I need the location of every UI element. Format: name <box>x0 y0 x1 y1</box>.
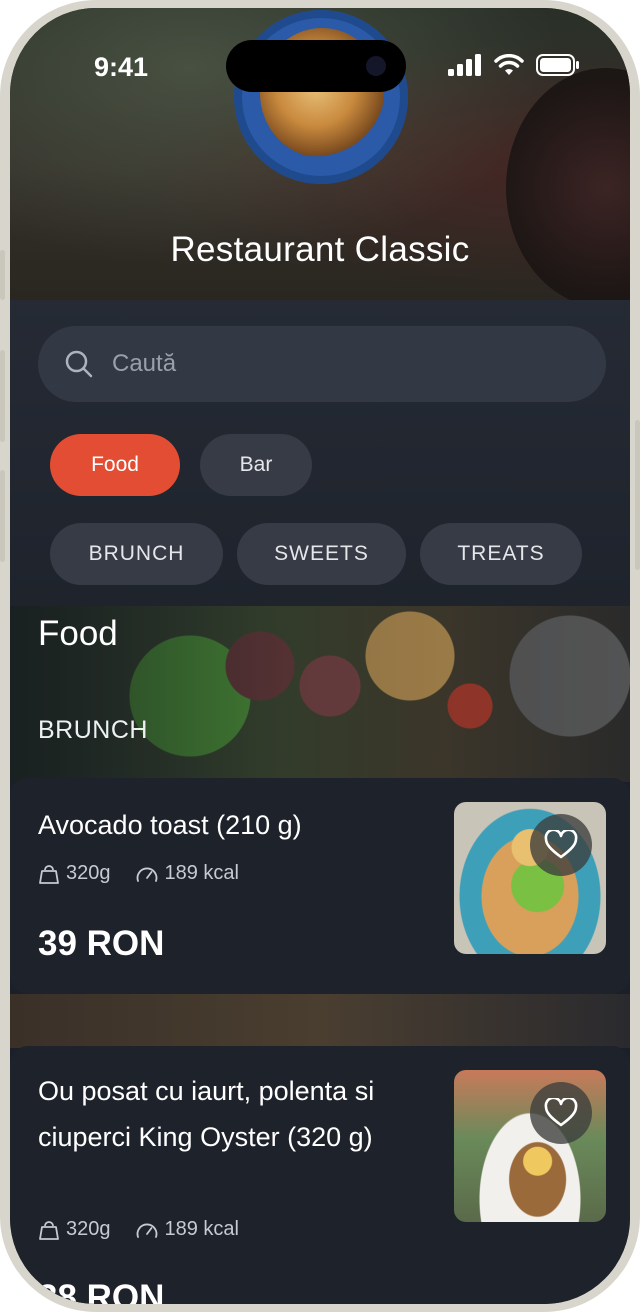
section-title: Food <box>38 614 118 653</box>
search-input[interactable] <box>112 350 552 378</box>
category-sweets[interactable]: SWEETS <box>237 523 406 585</box>
product-weight: 320g <box>66 862 111 884</box>
status-time: 9:41 <box>94 52 149 82</box>
product-photo <box>454 1070 606 1222</box>
wifi-icon <box>494 54 524 75</box>
search-icon <box>65 350 93 378</box>
heart-icon <box>544 830 578 859</box>
product-card[interactable]: Ou posat cu iaurt, polenta si ciuperci K… <box>10 1046 630 1304</box>
heart-icon <box>544 1098 578 1127</box>
product-meta: 320g 189 kcal <box>38 1218 239 1241</box>
product-price: 39 RON <box>38 924 165 963</box>
volume-up-button <box>0 350 5 442</box>
signal-icon <box>448 54 481 76</box>
search-bar[interactable] <box>38 326 606 402</box>
tab-food[interactable]: Food <box>50 434 180 496</box>
front-camera <box>366 56 386 76</box>
product-name: Ou posat cu iaurt, polenta si ciuperci K… <box>38 1076 375 1152</box>
calories-icon <box>136 867 157 882</box>
product-name: Avocado toast (210 g) <box>38 810 302 840</box>
background-strip <box>10 994 630 1048</box>
product-meta: 320g 189 kcal <box>38 862 239 885</box>
favorite-button[interactable] <box>530 814 592 876</box>
subsection-title: BRUNCH <box>38 716 148 744</box>
app-screen: Restaurant Classic 9:41 Food Bar <box>10 8 630 1304</box>
weight-icon <box>39 864 59 884</box>
product-price: 38 RON <box>38 1278 165 1304</box>
power-button <box>635 420 640 570</box>
category-treats[interactable]: TREATS <box>420 523 582 585</box>
category-brunch[interactable]: BRUNCH <box>50 523 223 585</box>
action-button <box>0 250 5 300</box>
battery-icon <box>536 54 579 76</box>
favorite-button[interactable] <box>530 1082 592 1144</box>
product-photo <box>454 802 606 954</box>
restaurant-name: Restaurant Classic <box>170 230 470 269</box>
volume-down-button <box>0 470 5 562</box>
calories-icon <box>136 1223 157 1238</box>
product-calories: 189 kcal <box>164 1218 240 1240</box>
product-calories: 189 kcal <box>164 862 240 884</box>
tab-bar[interactable]: Bar <box>200 434 312 496</box>
calories-info: 189 kcal <box>135 862 240 885</box>
calories-info: 189 kcal <box>135 1218 240 1241</box>
product-card[interactable]: Avocado toast (210 g) 320g 189 kcal 39 R… <box>10 778 630 994</box>
product-weight: 320g <box>66 1218 111 1240</box>
weight-info: 320g <box>38 862 111 885</box>
status-icons <box>448 54 580 76</box>
weight-icon <box>39 1220 59 1240</box>
weight-info: 320g <box>38 1218 111 1241</box>
